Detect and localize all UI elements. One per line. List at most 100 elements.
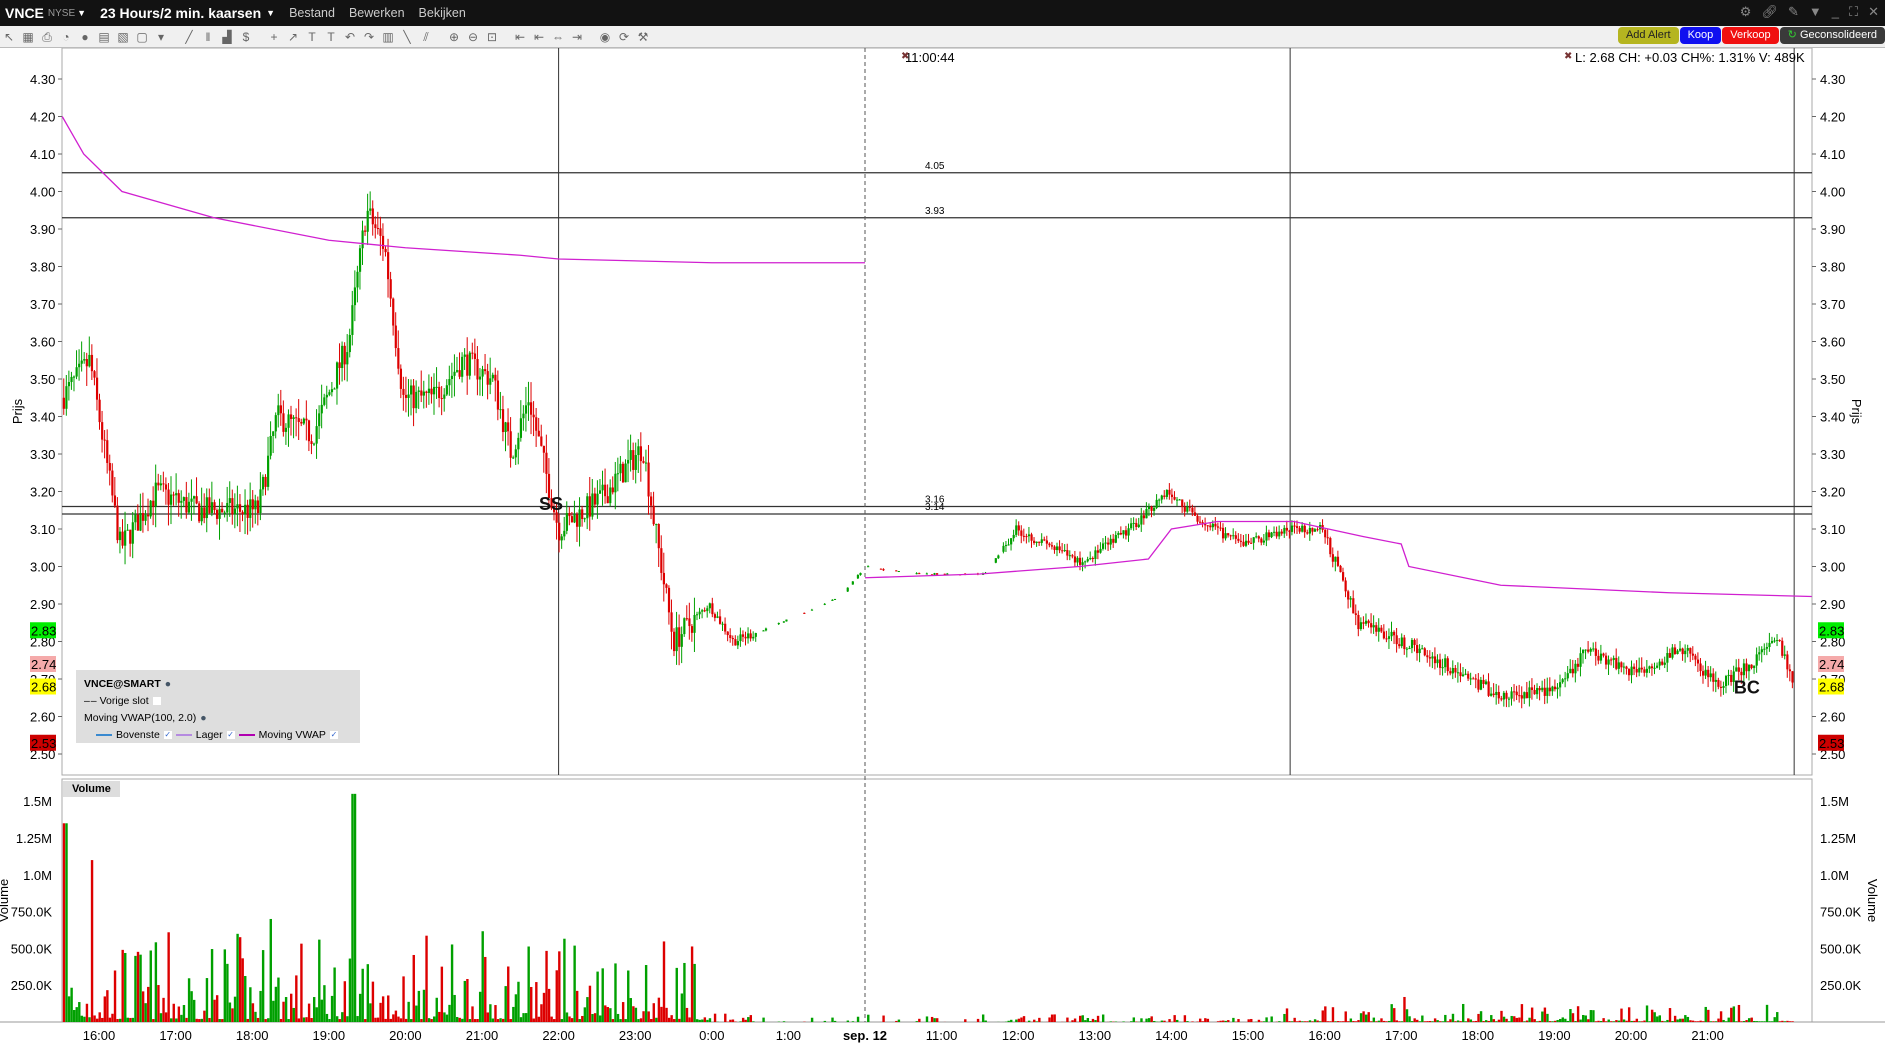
add-alert-button[interactable]: Add Alert: [1617, 27, 1679, 44]
candle: [1515, 691, 1518, 696]
grid-icon[interactable]: ▦: [21, 30, 35, 44]
volume-bar: [241, 958, 244, 1022]
symbol[interactable]: VNCE: [5, 5, 44, 21]
candle: [1308, 527, 1311, 534]
candle: [1119, 532, 1123, 535]
scroll-both-icon[interactable]: ⇔: [551, 30, 565, 44]
undo-icon[interactable]: ↶: [343, 30, 357, 44]
dropdown-icon[interactable]: ▼: [1809, 4, 1822, 20]
volume-bar: [1078, 1015, 1082, 1022]
trendline-icon[interactable]: ╲: [400, 30, 414, 44]
volume-bar: [762, 1017, 765, 1022]
buy-button[interactable]: Koop: [1679, 27, 1722, 44]
text-note-icon[interactable]: T: [324, 30, 338, 44]
bars-icon[interactable]: ‖: [201, 30, 215, 44]
legend-title: VNCE@SMART: [84, 677, 161, 690]
globe-icon[interactable]: ●: [165, 678, 171, 690]
y-tick-label-right: 3.30: [1820, 447, 1845, 462]
circle-icon[interactable]: ●: [78, 30, 92, 44]
cursor-icon[interactable]: ↖: [2, 30, 16, 44]
lower-checkbox[interactable]: ✓: [226, 730, 235, 739]
y-tick-label-left: 2.60: [30, 710, 55, 725]
volume-bar: [88, 1017, 91, 1022]
timeframe-dropdown-icon[interactable]: ▼: [266, 8, 275, 18]
candle: [637, 446, 640, 456]
minimize-icon[interactable]: _: [1832, 4, 1839, 20]
candle: [471, 352, 474, 354]
consolidated-button[interactable]: ↻ Geconsolideerd: [1779, 27, 1885, 44]
fit-icon[interactable]: ⊡: [485, 30, 499, 44]
volume-bar: [1702, 1021, 1705, 1022]
globe-icon[interactable]: ●: [200, 712, 206, 724]
candle: [1071, 555, 1074, 557]
candle: [1426, 655, 1429, 658]
candle: [1107, 542, 1110, 545]
text-icon[interactable]: T: [305, 30, 319, 44]
exchange[interactable]: NYSE: [48, 8, 75, 19]
volume-bar: [1010, 1019, 1013, 1022]
arrow-icon[interactable]: ↗: [286, 30, 300, 44]
refresh-icon[interactable]: ⟳: [617, 30, 631, 44]
volume-bar: [108, 1017, 112, 1022]
volume-bar: [427, 1018, 431, 1022]
candle: [218, 508, 221, 519]
wrench-icon[interactable]: ⚒: [636, 30, 650, 44]
scroll-left-icon[interactable]: ⇤: [513, 30, 527, 44]
prev-close-checkbox[interactable]: [152, 696, 161, 705]
zoom-in-icon[interactable]: ⊕: [447, 30, 461, 44]
candle: [1280, 531, 1283, 534]
price-chart[interactable]: 4.30 4.30 4.20 4.20 4.10 4.10 4.00 4.00 3.90 3.90…: [0, 48, 1885, 1046]
zoom-out-icon[interactable]: ⊖: [466, 30, 480, 44]
volume-icon[interactable]: ▟: [220, 30, 234, 44]
dropdown-icon[interactable]: ▾: [154, 30, 168, 44]
menu-bestand[interactable]: Bestand: [289, 6, 335, 20]
volume-bar: [93, 1015, 96, 1022]
volume-bar: [1390, 1004, 1393, 1022]
channel-icon[interactable]: ⫽: [419, 30, 433, 44]
candle: [129, 529, 132, 544]
link-icon[interactable]: 🔗︎: [1761, 4, 1778, 20]
scroll-left2-icon[interactable]: ⇤: [532, 30, 546, 44]
redo-icon[interactable]: ↷: [362, 30, 376, 44]
symbol-dropdown-icon[interactable]: ▼: [77, 8, 86, 18]
vwap-checkbox[interactable]: ✓: [329, 730, 338, 739]
volume-bar: [1648, 1021, 1651, 1022]
sell-button[interactable]: Verkoop: [1722, 27, 1779, 44]
candle: [731, 638, 734, 640]
clock-icon[interactable]: ◔: [59, 30, 73, 44]
timeframe-selector[interactable]: 23 Hours/2 min. kaarsen: [100, 5, 261, 21]
candle: [678, 627, 681, 647]
menu-bewerken[interactable]: Bewerken: [349, 6, 405, 20]
candle: [1768, 642, 1771, 648]
candle: [1393, 631, 1396, 636]
candle: [611, 487, 614, 493]
crosshair-icon[interactable]: +: [267, 30, 281, 44]
volume-bar: [565, 1012, 569, 1022]
gear-icon[interactable]: ⚙: [1740, 4, 1752, 20]
volume-bar: [596, 971, 599, 1022]
layers-icon[interactable]: ▥: [381, 30, 395, 44]
layout-icon[interactable]: ▤: [97, 30, 111, 44]
dollar-icon[interactable]: $: [239, 30, 253, 44]
volume-bar: [1319, 1021, 1322, 1022]
maximize-icon[interactable]: ⛶: [1849, 4, 1858, 20]
chart-settings-icon[interactable]: ▧: [116, 30, 130, 44]
volume-bar: [85, 1003, 89, 1022]
volume-bar: [1627, 1007, 1631, 1022]
volume-bar: [698, 1019, 701, 1022]
upper-checkbox[interactable]: ✓: [163, 730, 172, 739]
pin-icon[interactable]: ✎: [1788, 4, 1799, 20]
candle: [1002, 545, 1005, 552]
volume-bar: [1694, 1021, 1697, 1022]
menu-bekijken[interactable]: Bekijken: [419, 6, 466, 20]
candle: [455, 370, 459, 372]
candle: [1058, 546, 1061, 551]
print-icon[interactable]: ⎙: [40, 30, 54, 44]
globe-icon[interactable]: ◉: [598, 30, 612, 44]
close-icon[interactable]: ✕: [1868, 4, 1879, 20]
candle: [1387, 636, 1391, 639]
blank-icon[interactable]: ▢: [135, 30, 149, 44]
pencil-icon[interactable]: ╱: [182, 30, 196, 44]
scroll-right-icon[interactable]: ⇥: [570, 30, 584, 44]
vol-axis-label-right: Volume: [1865, 879, 1880, 922]
